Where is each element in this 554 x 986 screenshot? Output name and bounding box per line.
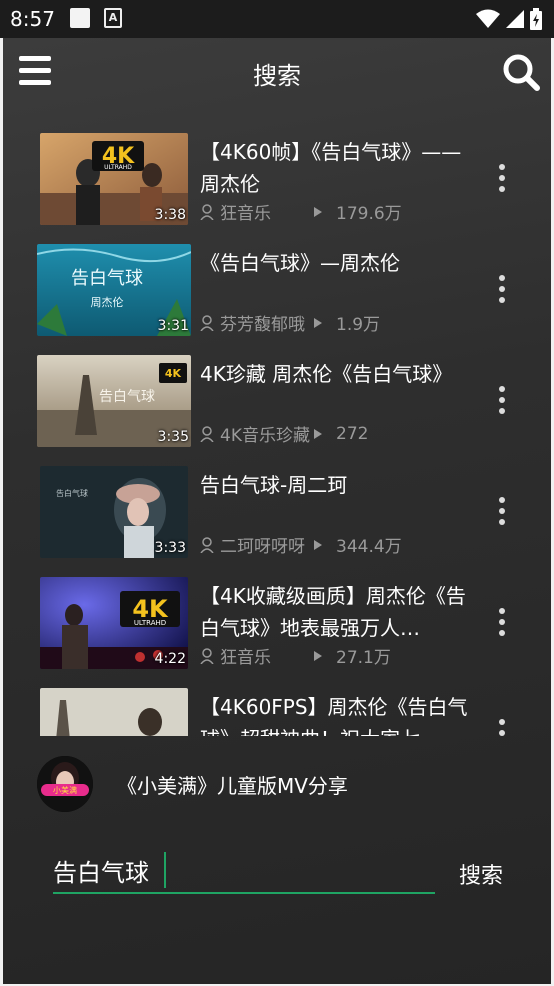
video-title[interactable]: 《告白气球》—周杰伦 <box>200 247 478 279</box>
thumb2-sub-text: 周杰伦 <box>91 295 124 309</box>
badge-ultrahd-text: ULTRAHD <box>134 619 166 627</box>
video-author: 4K音乐珍藏 <box>220 426 310 446</box>
avatar-logo-text: 小美满 <box>53 785 77 795</box>
search-submit-button[interactable]: 搜索 <box>459 858 503 890</box>
now-playing-bar[interactable]: 小美满 《小美满》儿童版MV分享 <box>3 738 551 828</box>
text-cursor <box>164 852 166 888</box>
user-icon <box>200 425 214 442</box>
video-list-item[interactable]: 【4K60FPS】周杰伦《告白气球》超甜神曲！祝大家七 <box>3 679 551 736</box>
play-count-icon <box>314 539 322 550</box>
video-list-item[interactable]: 4K ULTRAHD 3:38 【4K60帧】《告白气球》——周杰伦 狂音乐 1… <box>3 124 551 228</box>
more-options-icon[interactable] <box>497 719 507 736</box>
play-count-icon <box>314 317 322 328</box>
video-author: 狂音乐 <box>220 204 271 224</box>
status-time: 8:57 <box>10 7 55 31</box>
a-notification-icon: A <box>104 8 122 28</box>
page-title: 搜索 <box>253 62 301 90</box>
signal-icon <box>506 10 524 28</box>
video-duration: 3:35 <box>157 429 189 445</box>
more-options-icon[interactable] <box>497 608 507 642</box>
search-bar: 搜索 <box>3 838 551 918</box>
now-playing-avatar[interactable]: 小美满 <box>37 756 93 812</box>
video-author: 芬芳馥郁哦 <box>220 315 305 335</box>
video-plays: 272 <box>336 423 369 444</box>
video-thumbnail[interactable] <box>40 688 188 736</box>
video-thumbnail[interactable]: 告白气球 周杰伦 3:31 <box>37 244 191 336</box>
more-options-icon[interactable] <box>497 164 507 198</box>
more-options-icon[interactable] <box>497 386 507 420</box>
video-meta: 芬芳馥郁哦 1.9万 <box>200 310 380 335</box>
play-count-icon <box>314 206 322 217</box>
video-thumbnail[interactable]: 4K ULTRAHD 4:22 <box>40 577 188 669</box>
video-plays: 344.4万 <box>336 537 402 557</box>
video-meta: 4K音乐珍藏 272 <box>200 421 368 446</box>
battery-icon <box>530 8 542 30</box>
video-duration: 4:22 <box>154 651 186 667</box>
video-author: 狂音乐 <box>220 648 271 668</box>
search-icon[interactable] <box>501 52 541 92</box>
video-title[interactable]: 4K珍藏 周杰伦《告白气球》 <box>200 358 478 390</box>
play-count-icon <box>314 650 322 661</box>
video-plays: 179.6万 <box>336 204 402 224</box>
video-meta: 二珂呀呀呀 344.4万 <box>200 532 402 557</box>
status-icons <box>476 8 542 30</box>
more-options-icon[interactable] <box>497 497 507 531</box>
video-thumbnail[interactable]: 4K ULTRAHD 3:38 <box>40 133 188 225</box>
video-plays: 1.9万 <box>336 315 381 335</box>
badge-4k-text: 4K <box>165 367 182 380</box>
video-author: 二珂呀呀呀 <box>220 537 305 557</box>
thumb4-title-text: 告白气球 <box>56 488 88 498</box>
square-notification-icon <box>70 8 90 28</box>
video-thumbnail[interactable]: 告白气球 4K 3:35 <box>37 355 191 447</box>
video-list-item[interactable]: 告白气球 周杰伦 3:31 《告白气球》—周杰伦 芬芳馥郁哦 1.9万 <box>3 235 551 339</box>
video-list-item[interactable]: 4K ULTRAHD 4:22 【4K收藏级画质】周杰伦《告白气球》地表最强万人… <box>3 568 551 672</box>
video-title[interactable]: 【4K收藏级画质】周杰伦《告白气球》地表最强万人… <box>200 580 478 644</box>
video-duration: 3:31 <box>157 318 189 334</box>
play-count-icon <box>314 428 322 439</box>
video-meta: 狂音乐 27.1万 <box>200 643 391 668</box>
user-icon <box>200 203 214 220</box>
video-meta: 狂音乐 179.6万 <box>200 199 402 224</box>
thumb3-title-text: 告白气球 <box>99 389 155 405</box>
wifi-icon <box>476 9 500 28</box>
user-icon <box>200 314 214 331</box>
video-duration: 3:33 <box>154 540 186 556</box>
video-list[interactable]: 4K ULTRAHD 3:38 【4K60帧】《告白气球》——周杰伦 狂音乐 1… <box>3 124 551 736</box>
video-duration: 3:38 <box>154 207 186 223</box>
video-title[interactable]: 【4K60帧】《告白气球》——周杰伦 <box>200 136 478 200</box>
thumb2-title-text: 告白气球 <box>71 268 143 289</box>
more-options-icon[interactable] <box>497 275 507 309</box>
user-icon <box>200 536 214 553</box>
video-list-item[interactable]: 告白气球 4K 3:35 4K珍藏 周杰伦《告白气球》 4K音乐珍藏 272 <box>3 346 551 450</box>
now-playing-title[interactable]: 《小美满》儿童版MV分享 <box>117 770 348 799</box>
video-list-item[interactable]: 告白气球 3:33 告白气球-周二珂 二珂呀呀呀 344.4万 <box>3 457 551 561</box>
video-title[interactable]: 【4K60FPS】周杰伦《告白气球》超甜神曲！祝大家七 <box>200 691 478 736</box>
status-bar: 8:57 A <box>0 0 554 38</box>
badge-ultrahd-text: ULTRAHD <box>104 164 132 171</box>
video-title[interactable]: 告白气球-周二珂 <box>200 469 478 501</box>
search-input[interactable] <box>53 848 435 894</box>
user-icon <box>200 647 214 664</box>
video-plays: 27.1万 <box>336 648 391 668</box>
video-thumbnail[interactable]: 告白气球 3:33 <box>40 466 188 558</box>
search-screen: 搜索 4K ULTRAHD 3:38 【4K60帧】《告白气球》——周杰伦 狂音… <box>3 38 551 984</box>
